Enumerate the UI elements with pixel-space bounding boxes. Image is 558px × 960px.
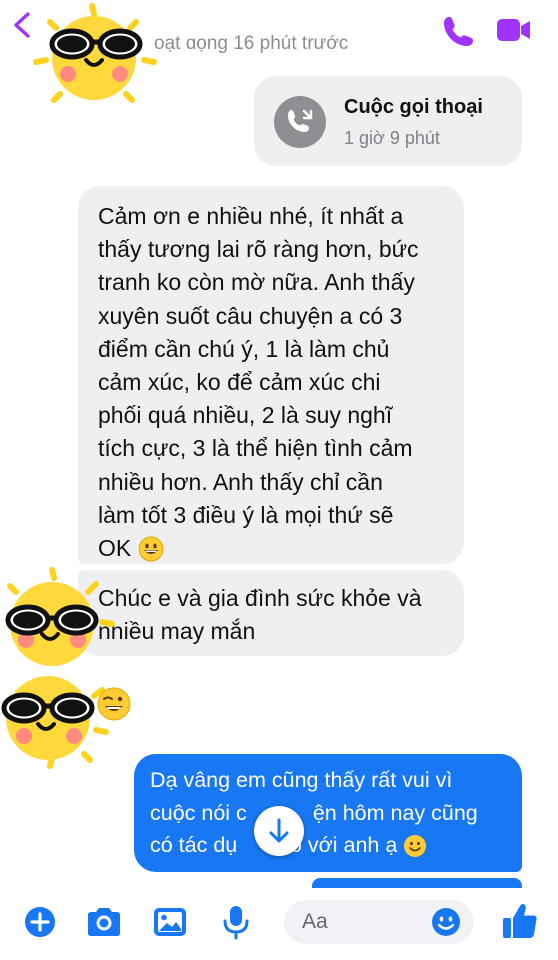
sunglasses-sun-sticker — [33, 3, 157, 103]
image-icon[interactable] — [150, 902, 190, 942]
message-bubble-incoming[interactable]: Cảm ơn e nhiều nhé, ít nhất a thấy tương… — [78, 186, 464, 564]
message-text: OK — [98, 535, 132, 562]
camera-icon[interactable] — [84, 902, 124, 942]
message-line: nhiều may mắn — [98, 618, 256, 645]
message-text: có tác dụ — [150, 833, 238, 857]
message-line: tranh ko còn mờ nữa. Anh thấy — [98, 269, 415, 296]
message-line: Chúc e và gia đình sức khỏe và — [98, 585, 422, 611]
message-line: cảm xúc, ko để cảm xúc chi — [98, 369, 381, 396]
phone-call-icon — [274, 96, 326, 148]
message-line: Cảm ơn e nhiều nhé, ít nhất a — [98, 203, 404, 229]
message-line: có tác dụ i đó với anh ạ — [150, 829, 508, 862]
smiling-face-emoji — [404, 835, 427, 857]
message-input[interactable] — [302, 908, 422, 936]
message-text: cuộc nói c — [150, 800, 247, 825]
call-duration: 1 giờ 9 phút — [344, 128, 440, 148]
message-text: ện hôm nay cũng — [312, 800, 478, 825]
composer-bar — [0, 888, 558, 960]
plus-icon[interactable] — [20, 902, 60, 942]
message-line: nhiều hơn. Anh thấy chỉ cần — [98, 468, 383, 495]
message-line: phối quá nhiều, 2 là suy nghĩ — [98, 402, 393, 429]
video-camera-icon[interactable] — [496, 14, 532, 46]
active-status: oạt ɑọng 16 phút trước — [154, 33, 349, 54]
microphone-icon[interactable] — [216, 902, 256, 942]
message-line: làm tốt 3 điều ý là mọi thứ sẽ — [98, 501, 394, 528]
message-bubble-outgoing-partial — [312, 878, 522, 888]
message-input-field[interactable] — [284, 900, 474, 944]
message-line: tích cực, 3 là thể hiện tình cảm — [98, 435, 413, 462]
emoji-icon[interactable] — [430, 906, 462, 938]
winking-face-emoji — [97, 687, 131, 721]
message-line: điểm cần chú ý, 1 là làm chủ — [98, 335, 390, 362]
message-line: thấy tương lai rõ ràng hơn, bức — [98, 236, 419, 263]
message-line: Dạ vâng em cũng thấy rất vui vì — [150, 768, 453, 792]
call-title: Cuộc gọi thoại — [344, 96, 483, 118]
message-line: cuộc nói c ện hôm nay cũng — [150, 797, 508, 830]
voice-call-card[interactable]: Cuộc gọi thoại 1 giờ 9 phút — [254, 76, 522, 166]
phone-icon[interactable] — [440, 13, 476, 49]
scroll-to-bottom-button[interactable] — [254, 806, 304, 856]
message-bubble-incoming[interactable]: Chúc e và gia đình sức khỏe và nhiều may… — [78, 570, 464, 656]
arrow-down-icon — [269, 818, 289, 843]
message-bubble-outgoing[interactable]: Dạ vâng em cũng thấy rất vui vì cuộc nói… — [134, 754, 522, 872]
message-line: xuyên suốt câu chuyện a có 3 — [98, 302, 403, 329]
grinning-face-emoji — [138, 536, 164, 562]
thumbs-up-icon[interactable] — [500, 900, 540, 942]
message-line-last: OK — [98, 532, 444, 565]
